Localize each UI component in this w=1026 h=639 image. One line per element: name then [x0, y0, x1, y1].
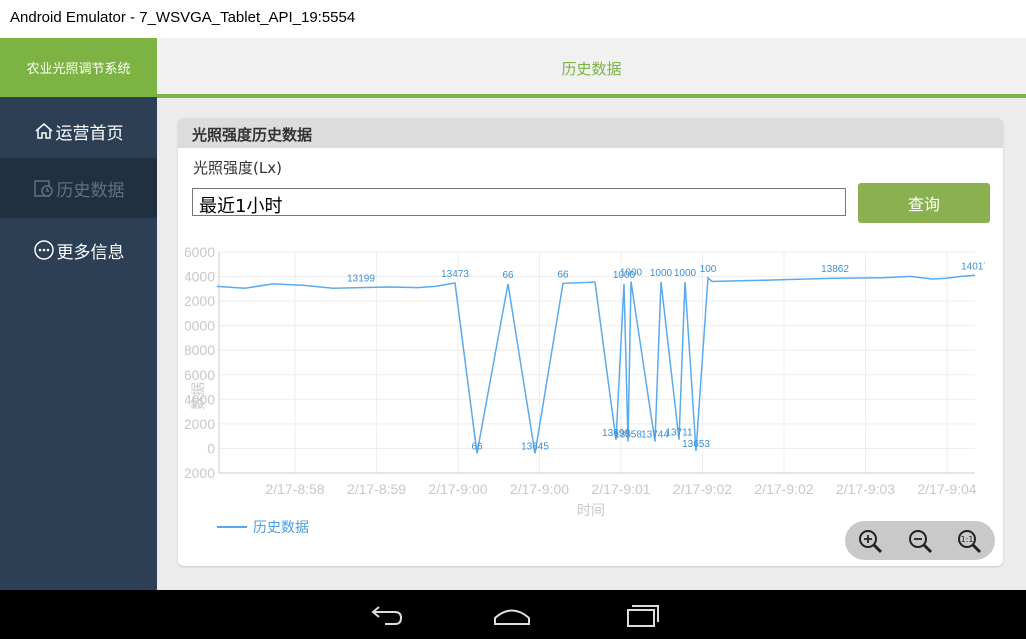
y-tick-label: 10000: [185, 318, 215, 334]
page-title: 历史数据: [561, 60, 622, 78]
legend-label: 历史数据: [253, 520, 309, 536]
time-range-select[interactable]: 最近1小时: [192, 188, 846, 217]
sidebar-item-label: 历史数据: [56, 180, 125, 201]
x-tick-label: 2/17-9:04: [917, 481, 976, 497]
y-tick-label: 12000: [185, 293, 215, 309]
more-icon: [33, 240, 54, 260]
zoom-in-icon[interactable]: [856, 527, 884, 555]
x-tick-label: 2/17-8:58: [265, 481, 324, 497]
y-tick-label: 2000: [185, 416, 215, 432]
x-axis-title: 时间: [577, 503, 605, 519]
data-label: 100: [700, 264, 717, 275]
zoom-out-icon[interactable]: [906, 527, 934, 555]
data-label: 13558: [614, 430, 642, 441]
back-icon[interactable]: [365, 600, 405, 630]
x-tick-label: 2/17-9:01: [591, 481, 650, 497]
time-range-value: 最近1小时: [199, 196, 283, 217]
page-header: 历史数据: [157, 38, 1026, 94]
sidebar: 运营首页 历史数据 更多信息: [0, 97, 157, 590]
y-axis-title: 数据: [191, 382, 207, 410]
y-tick-label: 8000: [185, 342, 215, 358]
x-tick-label: 2/17-9:02: [754, 481, 813, 497]
x-tick-label: 2/17-9:03: [836, 481, 895, 497]
query-button[interactable]: 查询: [858, 183, 990, 223]
light-history-chart[interactable]: 1600014000120001000080006000400020000-20…: [185, 240, 985, 525]
y-tick-label: -2000: [185, 465, 215, 481]
home-icon[interactable]: [492, 600, 532, 630]
data-label: 1000: [674, 268, 697, 279]
data-label: 13862: [821, 264, 849, 275]
y-tick-label: 6000: [185, 367, 215, 383]
data-label: 14017: [961, 261, 985, 272]
chart-legend: 历史数据: [217, 517, 309, 537]
system-navbar: [0, 590, 1026, 639]
x-tick-label: 2/17-8:59: [347, 481, 406, 497]
y-tick-label: 16000: [185, 244, 215, 260]
data-label: 66: [502, 270, 514, 281]
data-label: 66: [471, 441, 483, 452]
sidebar-item-home[interactable]: 运营首页: [0, 101, 157, 161]
data-label: 1000: [620, 267, 643, 278]
data-label: 66: [557, 269, 569, 280]
zoom-controls: 1:1: [845, 521, 995, 560]
x-tick-label: 2/17-9:02: [673, 481, 732, 497]
sidebar-item-more[interactable]: 更多信息: [0, 220, 157, 280]
panel-header: 光照强度历史数据: [178, 118, 1003, 148]
x-tick-label: 2/17-9:00: [510, 481, 569, 497]
data-label: 13645: [521, 441, 549, 452]
sidebar-item-history[interactable]: 历史数据: [0, 158, 157, 218]
y-tick-label: 14000: [185, 269, 215, 285]
data-label: 1000: [650, 268, 673, 279]
y-tick-label: 0: [207, 440, 215, 456]
x-tick-label: 2/17-9:00: [428, 481, 487, 497]
home-icon: [35, 123, 52, 139]
data-label: 13473: [441, 269, 469, 280]
series-line: [216, 274, 976, 454]
data-label: 13653: [682, 439, 710, 450]
window-title: Android Emulator - 7_WSVGA_Tablet_API_19…: [10, 9, 356, 26]
zoom-reset-icon[interactable]: 1:1: [955, 527, 983, 555]
svg-text:1:1: 1:1: [961, 535, 974, 544]
history-icon: [33, 180, 53, 197]
legend-swatch: [217, 526, 247, 528]
sidebar-item-label: 运营首页: [55, 123, 124, 144]
data-label: 13711: [665, 428, 693, 439]
recent-apps-icon[interactable]: [622, 600, 662, 630]
sidebar-item-label: 更多信息: [56, 242, 125, 263]
field-label: 光照强度(Lx): [193, 159, 282, 177]
data-label: 13199: [347, 274, 375, 285]
app-brand: 农业光照调节系统: [0, 38, 157, 97]
window-titlebar: Android Emulator - 7_WSVGA_Tablet_API_19…: [0, 0, 1026, 38]
panel-title: 光照强度历史数据: [192, 126, 313, 144]
